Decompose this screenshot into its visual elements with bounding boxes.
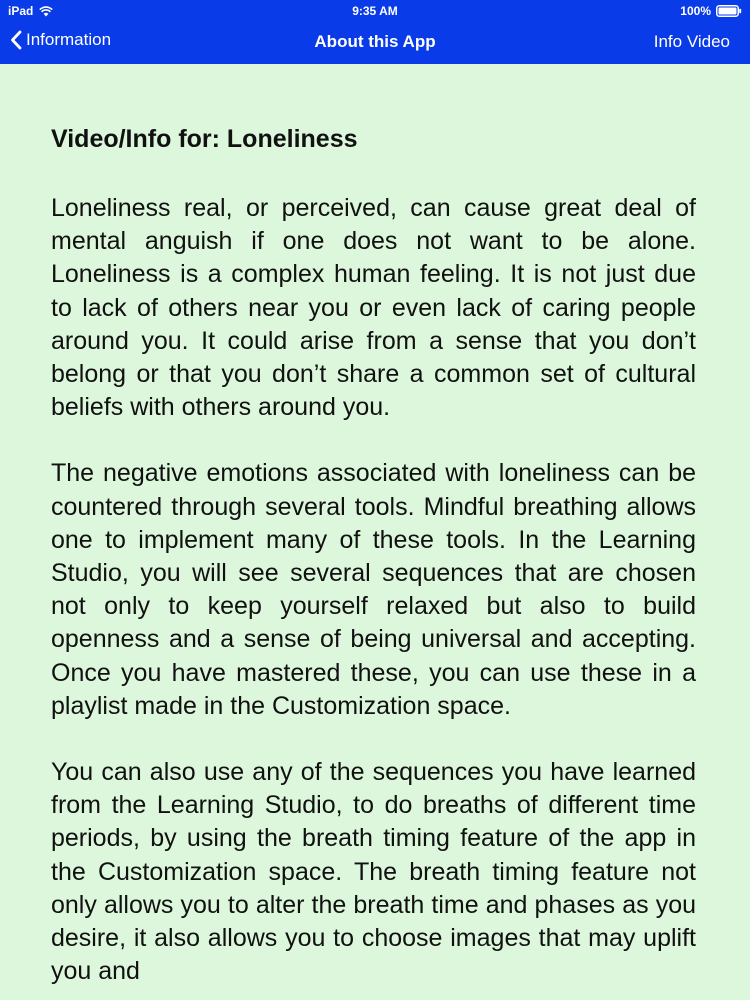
status-bar: iPad 9:35 AM 100% [0, 0, 750, 22]
battery-icon [716, 5, 742, 17]
top-bar: iPad 9:35 AM 100% Information About this… [0, 0, 750, 64]
content-paragraph-2: The negative emotions associated with lo… [51, 459, 696, 720]
info-video-button[interactable]: Info Video [654, 32, 730, 52]
status-time: 9:35 AM [352, 4, 398, 18]
navigation-bar: Information About this App Info Video [0, 22, 750, 62]
content-paragraph-1: Loneliness real, or perceived, can cause… [51, 194, 696, 422]
content-paragraph-3: You can also use any of the sequences yo… [51, 758, 696, 986]
content-heading: Video/Info for: Loneliness [51, 125, 358, 153]
page-title: About this App [314, 32, 436, 51]
content-area: Video/Info for: Loneliness Loneliness re… [51, 122, 696, 1000]
battery-percent: 100% [680, 4, 711, 18]
screen: iPad 9:35 AM 100% Information About this… [0, 0, 750, 1000]
status-right: 100% [680, 4, 742, 18]
